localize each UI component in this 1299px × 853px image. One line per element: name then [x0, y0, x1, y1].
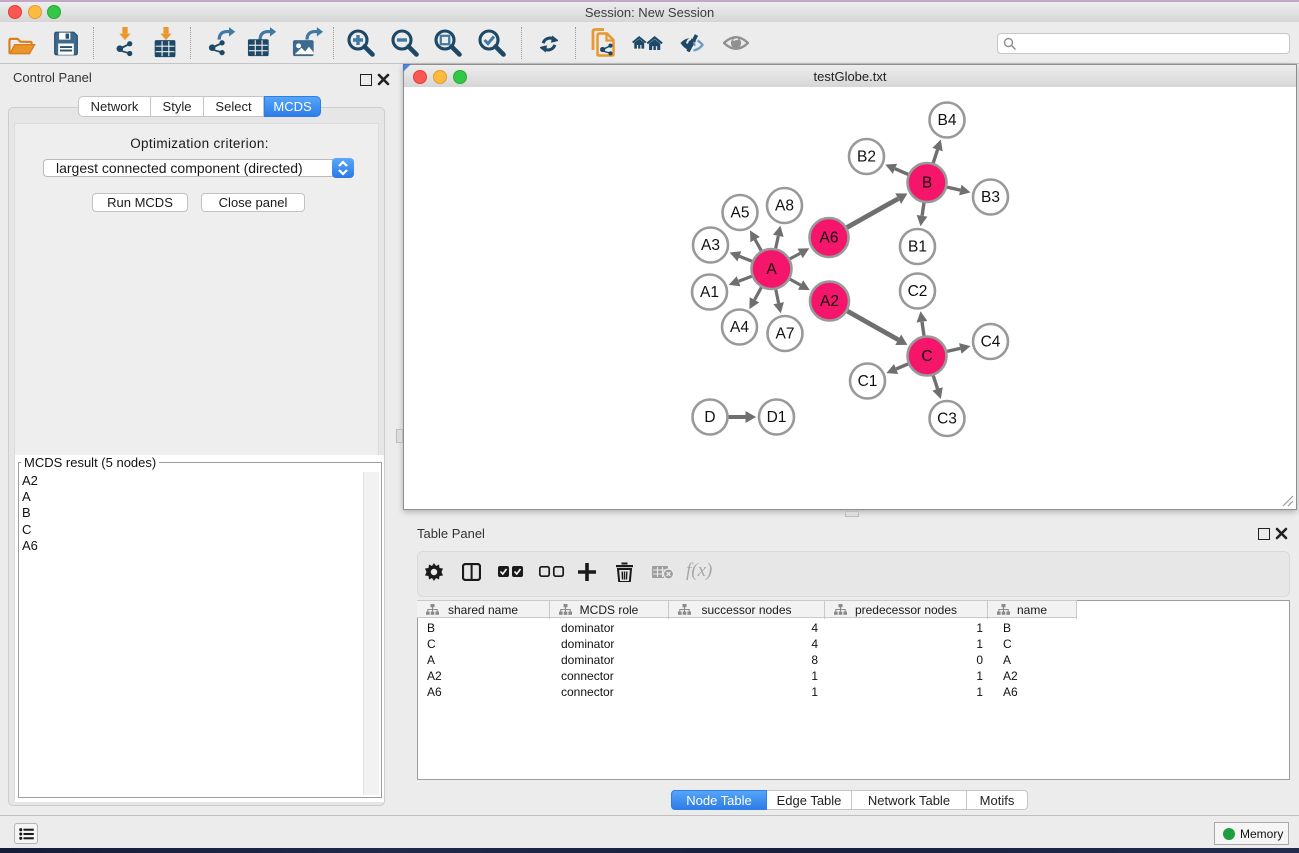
svg-text:A8: A8	[775, 198, 794, 215]
svg-text:D1: D1	[767, 409, 787, 426]
svg-text:C4: C4	[981, 334, 1001, 351]
svg-text:D: D	[704, 409, 715, 426]
svg-text:A7: A7	[776, 326, 795, 343]
svg-text:C2: C2	[908, 283, 928, 300]
svg-text:B2: B2	[857, 149, 876, 166]
svg-text:B4: B4	[938, 112, 957, 129]
svg-text:C: C	[921, 348, 932, 365]
svg-text:A1: A1	[700, 284, 719, 301]
svg-text:B1: B1	[908, 239, 927, 256]
svg-text:B3: B3	[981, 189, 1000, 206]
svg-text:A5: A5	[731, 205, 750, 222]
svg-text:A2: A2	[820, 293, 839, 310]
svg-text:A: A	[766, 261, 777, 278]
svg-text:B: B	[922, 175, 932, 192]
svg-text:C3: C3	[937, 411, 957, 428]
svg-text:A6: A6	[820, 230, 839, 247]
svg-text:A4: A4	[730, 319, 749, 336]
svg-text:C1: C1	[858, 373, 878, 390]
svg-text:A3: A3	[701, 237, 720, 254]
